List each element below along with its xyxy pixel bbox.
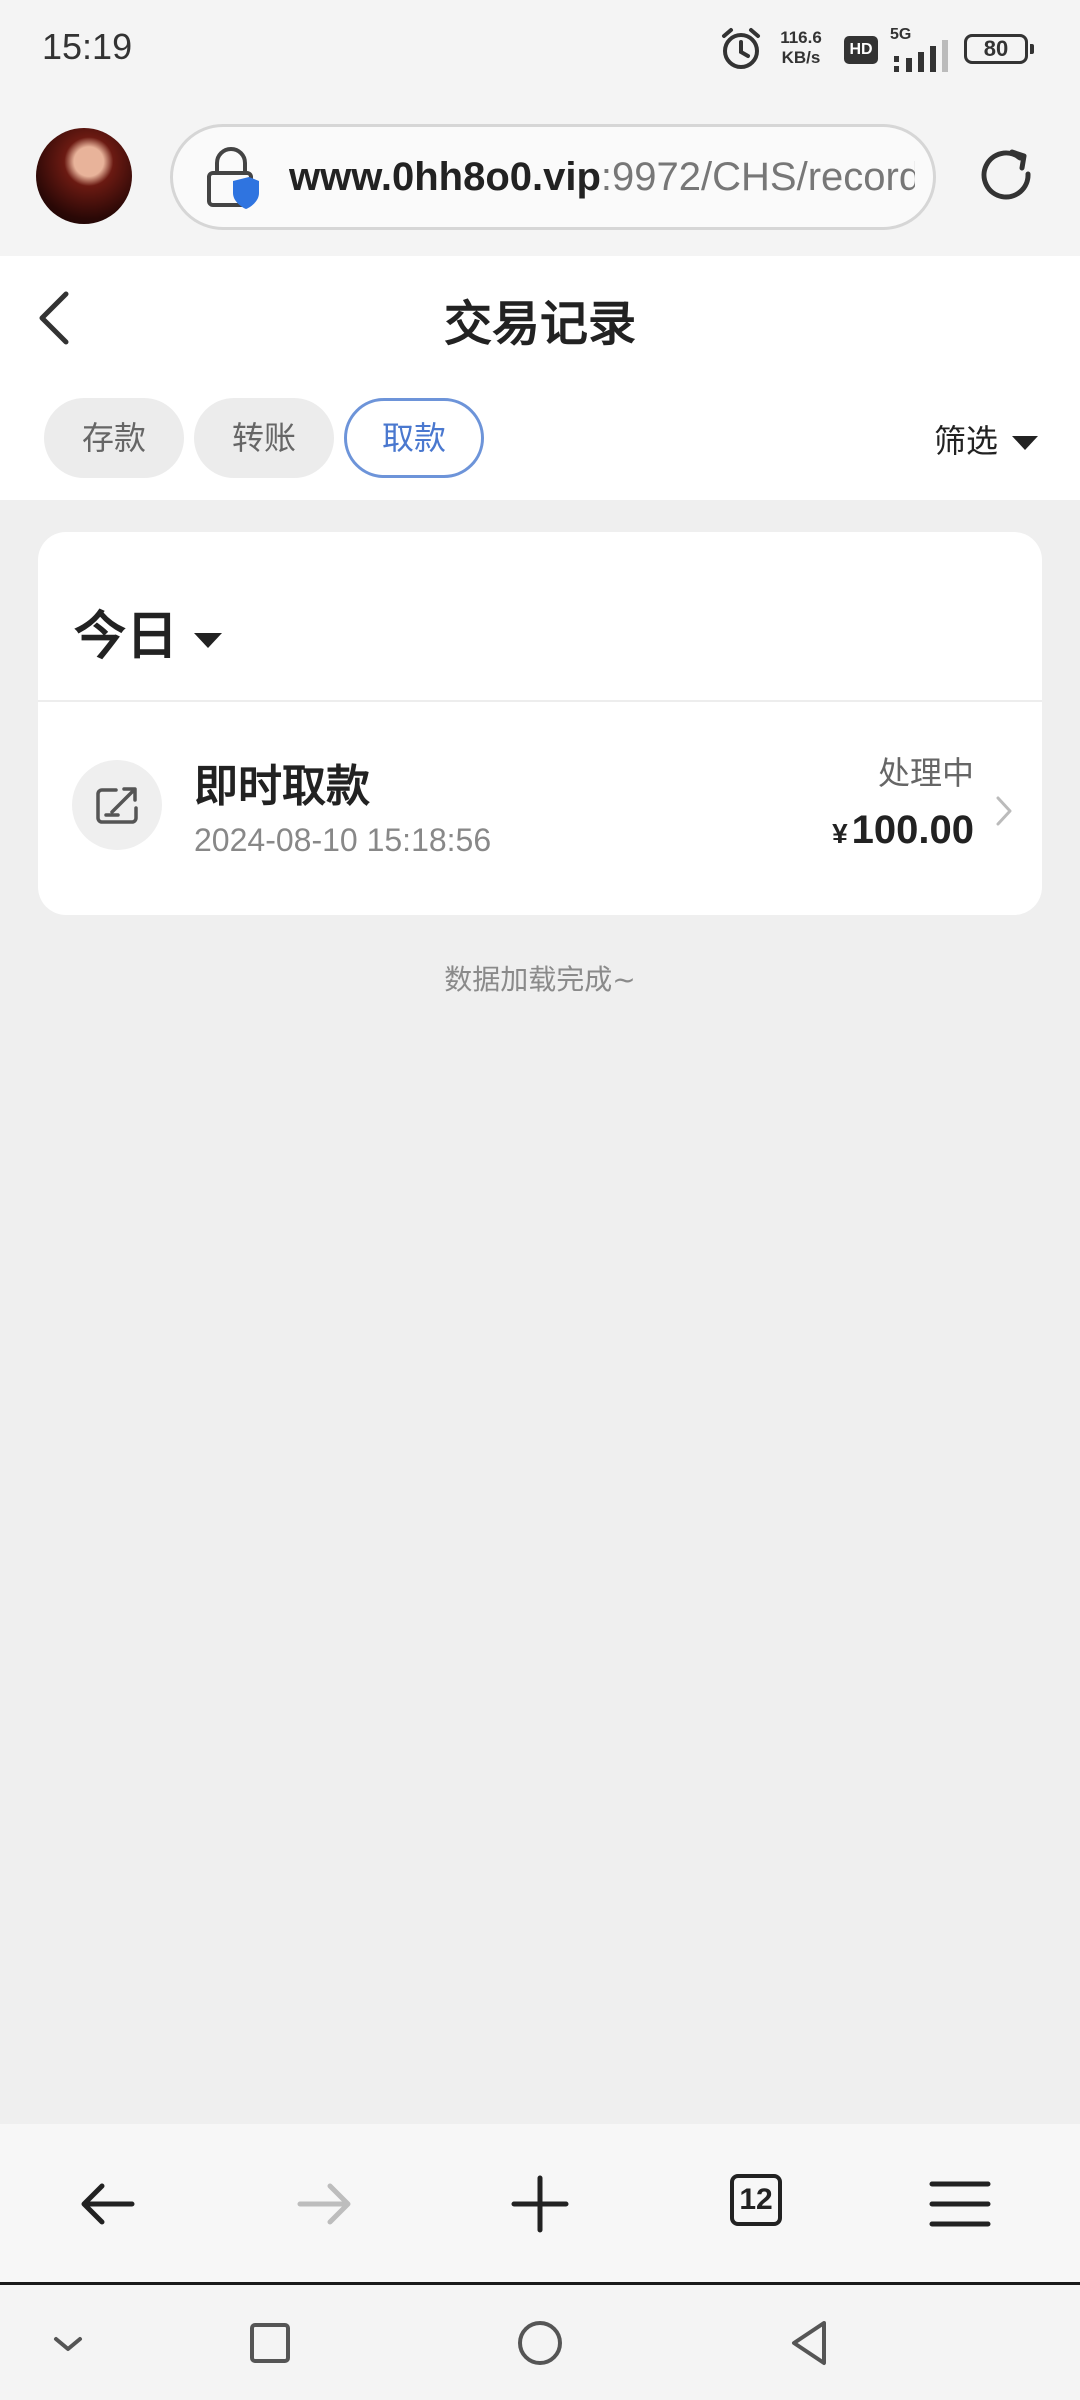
period-label: 今日 xyxy=(74,607,179,667)
back-arrow-icon[interactable] xyxy=(68,2164,148,2244)
secure-lock-icon xyxy=(207,147,259,209)
record-icon-circle xyxy=(72,760,162,850)
menu-icon[interactable] xyxy=(920,2164,1000,2244)
caret-down-icon xyxy=(194,632,223,648)
net-speed: 116.6 KB/s xyxy=(768,28,834,68)
url-text: www.0hh8o0.vip:9972/CHS/record xyxy=(289,155,915,200)
period-selector[interactable]: 今日 xyxy=(74,594,223,669)
back-triangle-icon[interactable] xyxy=(780,2313,840,2373)
status-icons: 116.6 KB/s HD 5G 80 xyxy=(718,24,1038,76)
filter-button[interactable]: 筛选 xyxy=(934,416,1038,462)
page-header: 交易记录 存款 转账 取款 筛选 xyxy=(0,256,1080,500)
system-nav-bar xyxy=(0,2285,1080,2400)
net-speed-value: 116.6 xyxy=(780,28,822,47)
status-bar: 15:19 116.6 KB/s HD 5G 80 xyxy=(0,0,1080,100)
caret-down-icon xyxy=(1012,436,1038,450)
withdraw-icon xyxy=(96,787,138,824)
browser-toolbar: 12 xyxy=(0,2124,1080,2282)
records-card: 今日 即时取款 2024-08-10 15:18:56 处理中 ¥100.00 xyxy=(38,532,1042,915)
record-title: 即时取款 xyxy=(194,761,370,812)
forward-arrow-icon[interactable] xyxy=(284,2164,364,2244)
chevron-right-icon xyxy=(996,796,1012,826)
hd-badge: HD xyxy=(844,36,878,64)
url-host: www.0hh8o0.vip xyxy=(289,155,601,199)
divider xyxy=(38,700,1042,702)
url-path: :9972/CHS/record xyxy=(600,155,915,199)
recents-square-icon[interactable] xyxy=(240,2313,300,2373)
new-tab-plus-icon[interactable] xyxy=(500,2164,580,2244)
url-field[interactable]: www.0hh8o0.vip:9972/CHS/record xyxy=(170,124,936,230)
tab-deposit[interactable]: 存款 xyxy=(44,398,184,478)
page-title: 交易记录 xyxy=(443,296,636,352)
record-status: 处理中 xyxy=(877,754,974,792)
tab-switcher-button[interactable]: 12 xyxy=(730,2174,782,2226)
reload-icon[interactable] xyxy=(976,144,1040,208)
status-time: 15:19 xyxy=(42,26,133,67)
profile-avatar[interactable] xyxy=(36,128,132,224)
amount-value: 100.00 xyxy=(851,808,974,852)
record-datetime: 2024-08-10 15:18:56 xyxy=(194,822,492,858)
battery-indicator: 80 xyxy=(964,34,1034,64)
record-amount: ¥100.00 xyxy=(832,808,974,853)
alarm-icon xyxy=(722,28,760,69)
home-circle-icon[interactable] xyxy=(510,2313,570,2373)
filter-label: 筛选 xyxy=(933,422,998,460)
browser-address-bar: www.0hh8o0.vip:9972/CHS/record xyxy=(0,100,1080,256)
chevron-down-icon[interactable] xyxy=(38,2313,98,2373)
load-complete-text: 数据加载完成~ xyxy=(444,963,636,996)
tab-withdraw[interactable]: 取款 xyxy=(344,398,484,478)
signal-icon xyxy=(894,40,948,72)
net-speed-unit: KB/s xyxy=(781,48,821,67)
currency-symbol: ¥ xyxy=(832,818,848,849)
tab-transfer[interactable]: 转账 xyxy=(194,398,334,478)
